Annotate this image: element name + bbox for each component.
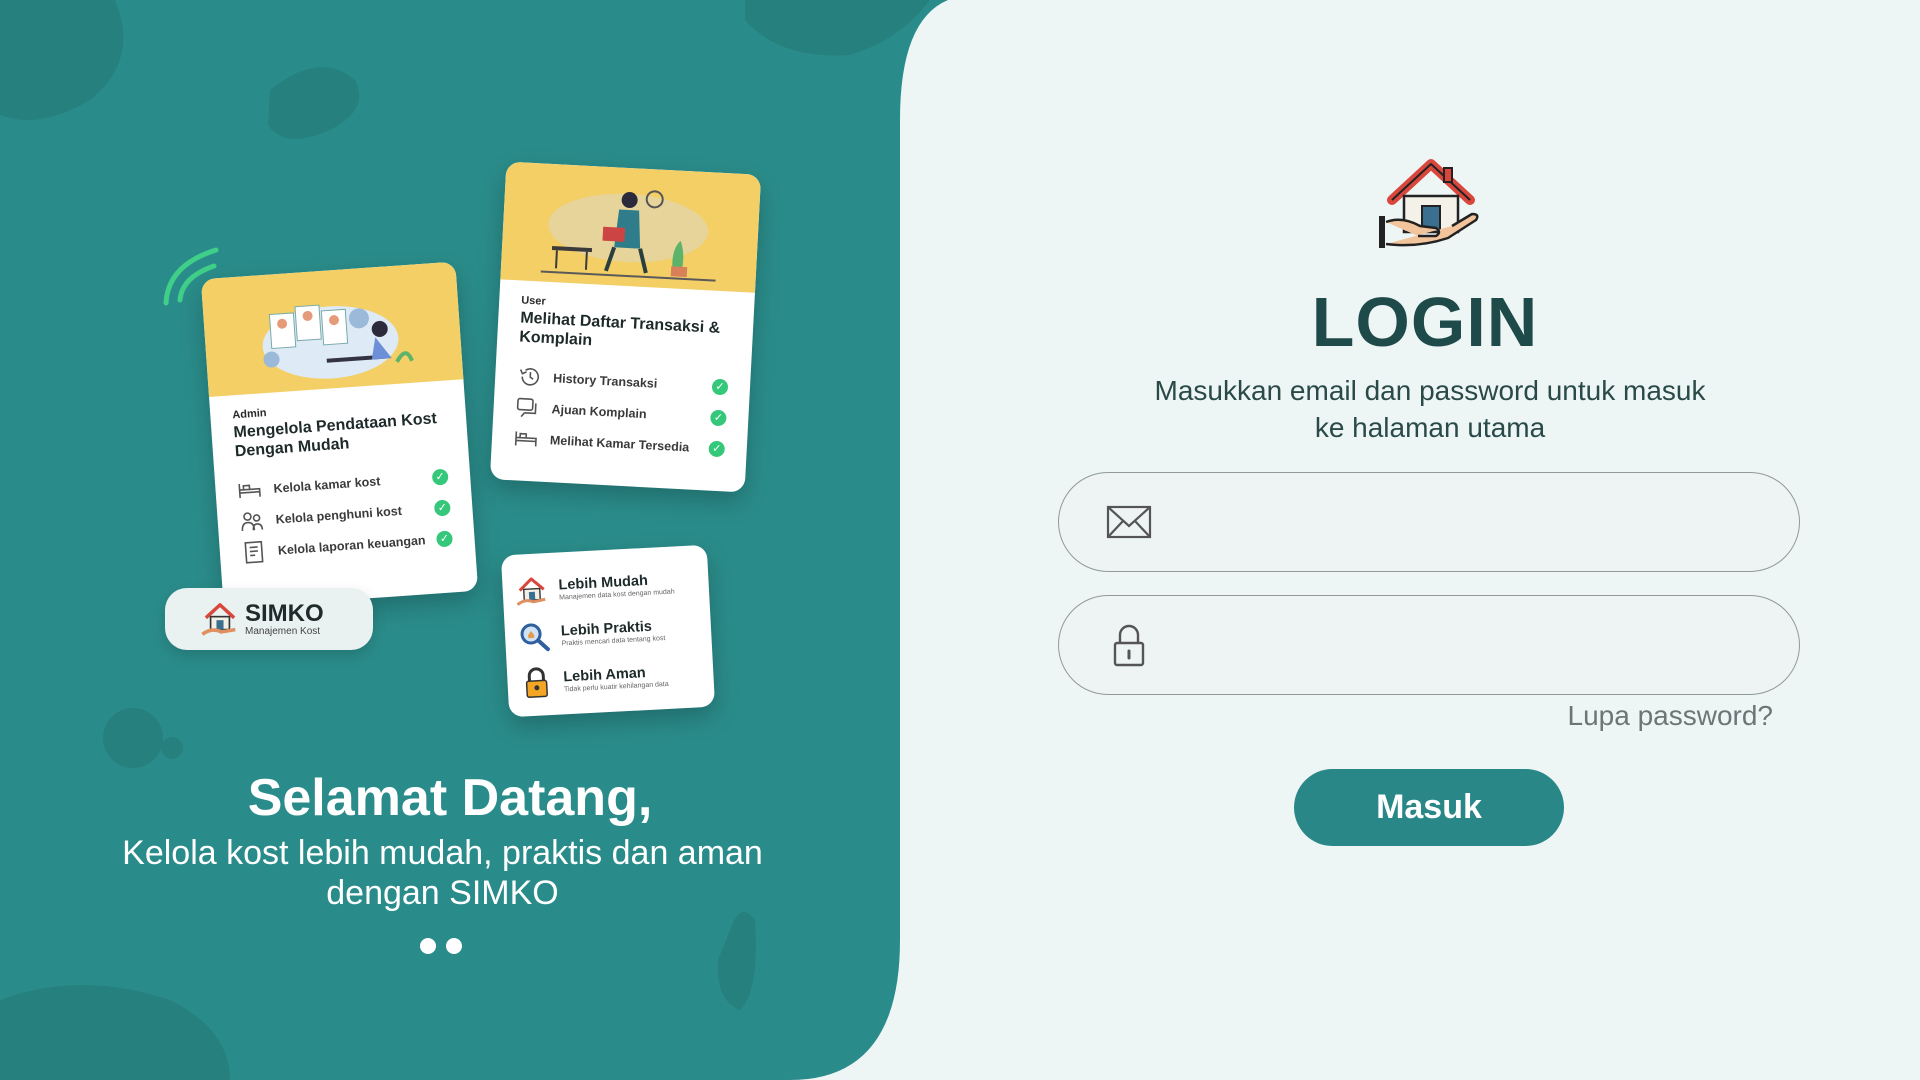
admin-feature-card: Admin Mengelola Pendataan Kost Dengan Mu… [200,261,479,609]
password-input[interactable] [1173,615,1759,675]
login-title: LOGIN [1311,283,1539,361]
brand-badge: SIMKO Manajemen Kost [165,588,373,650]
admin-card-illustration [200,261,464,398]
login-subtitle: Masukkan email dan password untuk masuk … [1154,375,1706,443]
check-icon: ✓ [709,409,727,426]
check-icon: ✓ [433,498,451,517]
lock-icon [1113,624,1145,667]
welcome-title: Selamat Datang, [247,769,653,827]
app-logo-icon [1379,159,1479,248]
people-icon [241,511,264,531]
user-card-illustration [500,161,762,293]
carousel-indicator [420,938,462,954]
report-icon [244,540,264,564]
check-icon: ✓ [435,529,454,547]
carousel-dot[interactable] [420,938,436,954]
feature-label: Kelola laporan keuangan [277,532,426,558]
carousel-dot[interactable] [446,938,462,954]
welcome-subtitle: Kelola kost lebih mudah, praktis dan ama… [122,834,763,912]
user-feature-card: User Melihat Daftar Transaksi & Komplain… [489,161,762,493]
history-icon [519,367,540,386]
magnifier-icon [520,623,550,652]
check-icon: ✓ [431,468,449,486]
feature-label: Ajuan Komplain [551,401,648,421]
benefits-card: Lebih Mudah Manajemen data kost dengan m… [500,544,716,718]
feature-label: Kelola penghuni kost [275,503,403,527]
envelope-icon [1106,505,1152,539]
padlock-icon [525,667,548,698]
forgot-password-link[interactable]: Lupa password? [1568,700,1773,732]
house-hand-icon [516,577,546,606]
feature-label: History Transaksi [552,370,658,391]
chat-icon [516,397,537,417]
brand-tagline: Manajemen Kost [245,625,321,637]
simko-logo-icon [201,603,236,636]
benefit-item: Lebih Aman Tidak perlu kuatir kehilangan… [518,651,702,706]
email-field[interactable] [1058,472,1800,572]
feature-label: Melihat Kamar Tersedia [549,432,690,454]
bed-icon [514,430,537,447]
panel-background [0,0,948,1080]
password-field[interactable] [1058,595,1800,695]
check-icon: ✓ [708,440,726,457]
check-icon: ✓ [711,378,729,395]
brand-name: SIMKO [245,599,324,627]
bed-icon [238,483,261,498]
feature-label: Kelola kamar kost [273,473,381,496]
login-button[interactable]: Masuk [1294,769,1564,846]
welcome-panel: Admin Mengelola Pendataan Kost Dengan Mu… [0,0,980,1080]
email-input[interactable] [1173,492,1759,552]
